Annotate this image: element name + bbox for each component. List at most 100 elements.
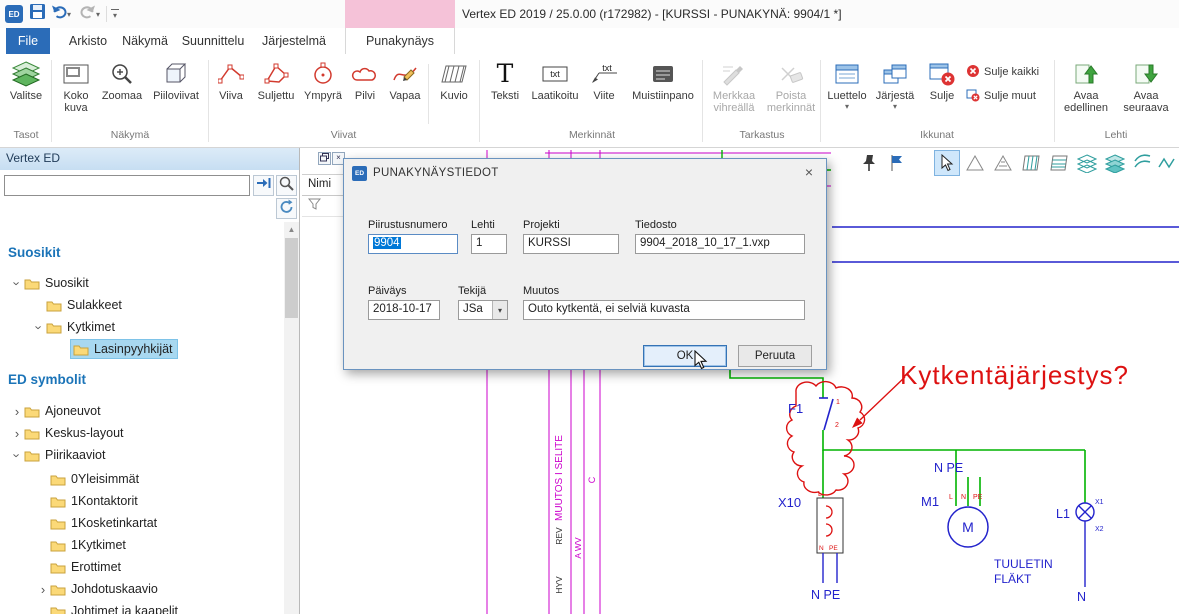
tree-item-ajoneuvot[interactable]: › Ajoneuvot: [0, 400, 283, 422]
triangle-outline-icon[interactable]: [962, 150, 988, 176]
tiedosto-input[interactable]: 9904_2018_10_17_1.vxp: [635, 234, 805, 254]
tree-item-keskus-layout[interactable]: › Keskus-layout: [0, 422, 283, 444]
ribbon-button-luettelo[interactable]: Luettelo ▾: [824, 56, 870, 126]
tree-item-1kytkimet[interactable]: 1Kytkimet: [0, 534, 283, 556]
tab-punakynays[interactable]: Punakynäys: [345, 28, 455, 54]
ribbon-button-valitse[interactable]: Valitse: [4, 56, 48, 126]
refresh-button[interactable]: [276, 198, 297, 219]
text-icon: T: [497, 58, 514, 90]
tekija-combobox[interactable]: JSa ▾: [458, 300, 508, 320]
tree-item-piirikaaviot[interactable]: › Piirikaaviot: [0, 444, 283, 466]
chevron-down-icon[interactable]: ›: [10, 276, 25, 290]
mdi-restore-button[interactable]: [318, 152, 331, 165]
label-pin1: 1: [836, 399, 840, 406]
undo-button[interactable]: ▾: [51, 4, 71, 24]
ribbon-button-avaa-edellinen[interactable]: Avaa edellinen: [1058, 56, 1114, 126]
tab-file[interactable]: File: [6, 28, 50, 54]
qat-customize-button[interactable]: ▾: [111, 4, 119, 24]
lehti-input[interactable]: 1: [471, 234, 507, 254]
ribbon-button-muistiinpano[interactable]: Muistiinpano: [626, 56, 700, 126]
tree-item-suosikit[interactable]: › Suosikit: [0, 272, 283, 294]
sidebar-panel-title[interactable]: Vertex ED: [0, 148, 299, 170]
layers-stack-filled-icon[interactable]: [1102, 150, 1128, 176]
scrollbar-up-arrow-icon[interactable]: ▲: [284, 222, 299, 237]
triangle-hatched-icon[interactable]: [990, 150, 1016, 176]
tab-suunnittelu[interactable]: Suunnittelu: [176, 28, 250, 54]
title-bar: ED ▾ ▾ ▾ Vertex ED 2019 / 25.0.00 (r1729…: [0, 0, 1179, 28]
scrollbar-thumb[interactable]: [285, 238, 298, 318]
search-go-button[interactable]: [253, 175, 274, 196]
ribbon-button-sulje[interactable]: Sulje: [922, 56, 962, 126]
tree-item-sulakkeet[interactable]: Sulakkeet: [0, 294, 283, 316]
cancel-button[interactable]: Peruuta: [738, 345, 812, 367]
tree-item-kytkimet[interactable]: › Kytkimet: [0, 316, 283, 338]
tree-item-0yleisimmat[interactable]: 0Yleisimmät: [0, 468, 283, 490]
tab-arkisto[interactable]: Arkisto: [62, 28, 114, 54]
ribbon-button-pilvi[interactable]: Pilvi: [347, 56, 383, 126]
chevron-right-icon[interactable]: ›: [36, 582, 50, 597]
ribbon-button-zoomaa[interactable]: Zoomaa: [100, 56, 144, 126]
chevron-down-icon[interactable]: ›: [10, 448, 25, 462]
ribbon-button-viite[interactable]: txt Viite: [584, 56, 624, 126]
ribbon-button-viiva[interactable]: Viiva: [211, 56, 251, 126]
annotation-text: Kytkentäjärjestys?: [900, 360, 1129, 390]
sidebar-search-input[interactable]: [4, 175, 250, 196]
undo-caret-icon[interactable]: ▾: [67, 10, 71, 19]
application-window: ED ▾ ▾ ▾ Vertex ED 2019 / 25.0.00 (r1729…: [0, 0, 1179, 614]
zigzag-icon[interactable]: [1156, 150, 1178, 176]
projekti-input[interactable]: KURSSI: [523, 234, 619, 254]
save-button[interactable]: [29, 4, 46, 24]
dialog-title-bar[interactable]: ED PUNAKYNÄYSTIEDOT ×: [344, 159, 826, 187]
ribbon-button-teksti[interactable]: T Teksti: [484, 56, 526, 126]
ribbon-button-avaa-seuraava[interactable]: Avaa seuraava: [1118, 56, 1174, 126]
tree-item-johtimet-ja-kaapelit[interactable]: Johtimet ja kaapelit: [0, 600, 283, 614]
ribbon-button-laatikoitu[interactable]: txt Laatikoitu: [528, 56, 582, 126]
app-logo-icon[interactable]: ED: [5, 5, 23, 23]
symbol-list-filter-row[interactable]: [302, 196, 343, 217]
wave-lines-icon[interactable]: [1130, 150, 1156, 176]
tree-section-ed-symbolit[interactable]: ED symbolit: [8, 372, 86, 387]
tab-nakyma[interactable]: Näkymä: [118, 28, 172, 54]
label-m1: M1: [921, 494, 939, 509]
tree-section-suosikit[interactable]: Suosikit: [8, 245, 61, 260]
symbol-list-header-nimi[interactable]: Nimi: [302, 175, 343, 196]
label-x10-n: N: [819, 545, 824, 552]
tree-item-johdotuskaavio[interactable]: › Johdotuskaavio: [0, 578, 283, 600]
search-button[interactable]: [276, 175, 297, 196]
group-separator: [208, 60, 209, 142]
chevron-right-icon[interactable]: ›: [10, 426, 24, 441]
tree-item-1kontaktorit[interactable]: 1Kontaktorit: [0, 490, 283, 512]
combo-dropdown-icon[interactable]: ▾: [492, 301, 507, 319]
field-label-tekija: Tekijä: [458, 285, 486, 297]
ribbon-button-sulje-kaikki[interactable]: Sulje kaikki: [966, 62, 1039, 82]
ribbon-button-piiloviivat[interactable]: Piiloviivat: [146, 56, 206, 126]
ribbon-button-suljettu[interactable]: Suljettu: [253, 56, 299, 126]
piirustusnumero-input[interactable]: 9904: [368, 234, 458, 254]
tree-item-lasinpyyhkijat[interactable]: Lasinpyyhkijät: [0, 338, 283, 360]
tree-item-erottimet[interactable]: Erottimet: [0, 556, 283, 578]
ribbon-button-ympyra[interactable]: Ympyrä: [301, 56, 345, 126]
ribbon-button-jarjesta[interactable]: Järjestä ▾: [872, 56, 918, 126]
dialog-close-icon[interactable]: ×: [798, 163, 820, 181]
muutos-input[interactable]: Outo kytkentä, ei selviä kuvasta: [523, 300, 805, 320]
tab-jarjestelma[interactable]: Järjestelmä: [256, 28, 332, 54]
hatch-lines-icon[interactable]: [1018, 150, 1044, 176]
tree-item-1kosketinkartat[interactable]: 1Kosketinkartat: [0, 512, 283, 534]
paivays-input[interactable]: 2018-10-17: [368, 300, 440, 320]
layers-stack-icon[interactable]: [1074, 150, 1100, 176]
pin-icon[interactable]: [856, 150, 882, 176]
chevron-right-icon[interactable]: ›: [10, 404, 24, 419]
mouse-cursor: [691, 350, 709, 370]
ribbon-button-sulje-muut[interactable]: Sulje muut: [966, 86, 1036, 106]
hatch-cross-icon[interactable]: [1046, 150, 1072, 176]
circle-icon: [311, 58, 335, 90]
sidebar-scrollbar[interactable]: ▲: [284, 222, 299, 614]
flag-cursor-icon[interactable]: [884, 150, 910, 176]
chevron-down-icon[interactable]: ›: [32, 320, 47, 334]
ok-button[interactable]: OK: [643, 345, 727, 367]
ribbon-button-koko-kuva[interactable]: Koko kuva: [54, 56, 98, 126]
save-icon: [29, 3, 46, 25]
select-cursor-icon[interactable]: [934, 150, 960, 176]
ribbon-button-kuvio[interactable]: Kuvio: [432, 56, 476, 126]
ribbon-button-vapaa[interactable]: Vapaa: [385, 56, 425, 126]
